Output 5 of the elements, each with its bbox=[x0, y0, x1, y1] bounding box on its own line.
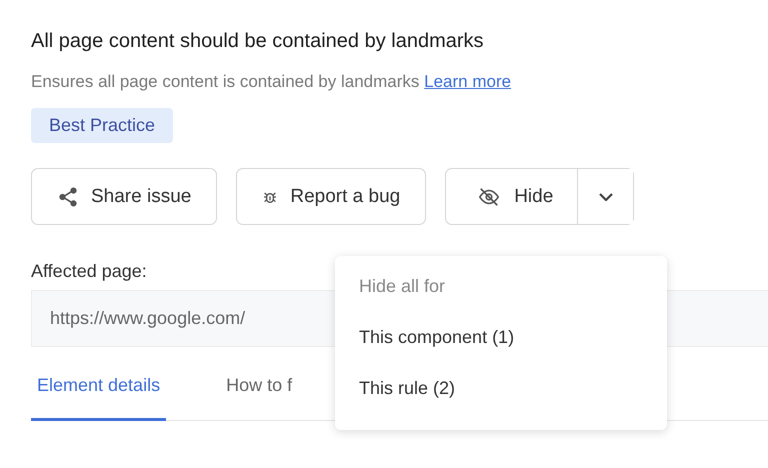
category-tag: Best Practice bbox=[31, 108, 174, 143]
affected-page-label: Affected page: bbox=[31, 261, 148, 282]
menu-heading: Hide all for bbox=[359, 276, 446, 297]
issue-description: Ensures all page content is contained by landmarks bbox=[31, 72, 420, 91]
issue-title: All page content should be contained by landmarks bbox=[31, 30, 485, 54]
